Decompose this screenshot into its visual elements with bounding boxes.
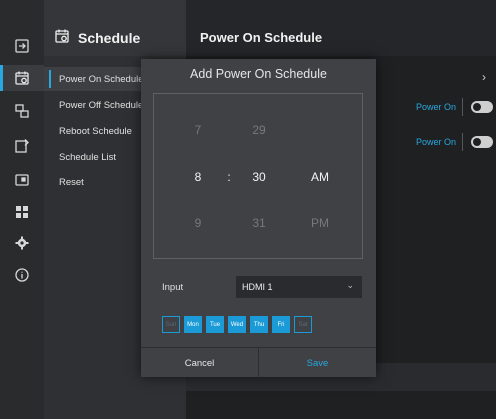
minute-prev[interactable]: 29 [247,123,271,137]
schedule-title-icon [55,29,69,43]
minute-current[interactable]: 30 [247,170,271,184]
chevron-down-icon: ⌄ [346,280,354,290]
divider [462,98,463,116]
day-thu[interactable]: Thu [250,316,268,333]
apps-icon[interactable] [0,199,44,225]
icon-rail [0,0,44,419]
input-label: Input [162,282,184,293]
dialog-title: Add Power On Schedule [190,67,327,81]
add-schedule-dialog: Add Power On Schedule 7 8 9 : 29 30 31 A… [141,59,376,378]
input-icon[interactable] [0,33,44,59]
day-sun[interactable]: Sun [162,316,180,333]
input-select-value: HDMI 1 [242,282,273,292]
power-on-row: Power On [416,131,493,153]
protect-icon[interactable] [0,133,44,159]
hour-next[interactable]: 9 [188,216,208,230]
divider [462,133,463,151]
info-icon[interactable] [0,262,44,288]
content-header: Power On Schedule [186,0,496,56]
power-on-toggle[interactable] [471,101,493,113]
chevron-right-icon[interactable]: › [482,70,486,84]
hour-prev[interactable]: 7 [188,123,208,137]
time-separator: : [227,170,231,184]
dialog-footer: Cancel Save [141,347,376,378]
schedule-icon[interactable] [0,65,44,91]
power-on-row: Power On [416,96,493,118]
page-title: Power On Schedule [200,30,323,45]
power-on-toggle[interactable] [471,136,493,148]
period-next[interactable]: PM [307,216,333,230]
menu-header: Schedule [44,0,186,56]
settings-icon[interactable] [0,230,44,256]
day-mon[interactable]: Mon [184,316,202,333]
day-wed[interactable]: Wed [228,316,246,333]
hour-current[interactable]: 8 [188,170,208,184]
minute-next[interactable]: 31 [247,216,271,230]
input-select[interactable]: HDMI 1 ⌄ [236,276,362,298]
period-current[interactable]: AM [307,170,333,184]
display-icon[interactable] [0,167,44,193]
day-sat[interactable]: Sat [294,316,312,333]
power-on-label: Power On [416,137,457,147]
day-fri[interactable]: Fri [272,316,290,333]
power-on-label: Power On [416,102,457,112]
menu-title: Schedule [78,30,141,46]
day-tue[interactable]: Tue [206,316,224,333]
save-button[interactable]: Save [259,348,376,378]
network-icon[interactable] [0,98,44,124]
weekday-selector: Sun Mon Tue Wed Thu Fri Sat [162,316,312,333]
cancel-button[interactable]: Cancel [141,348,258,378]
time-picker[interactable]: 7 8 9 : 29 30 31 AM PM [153,93,363,259]
